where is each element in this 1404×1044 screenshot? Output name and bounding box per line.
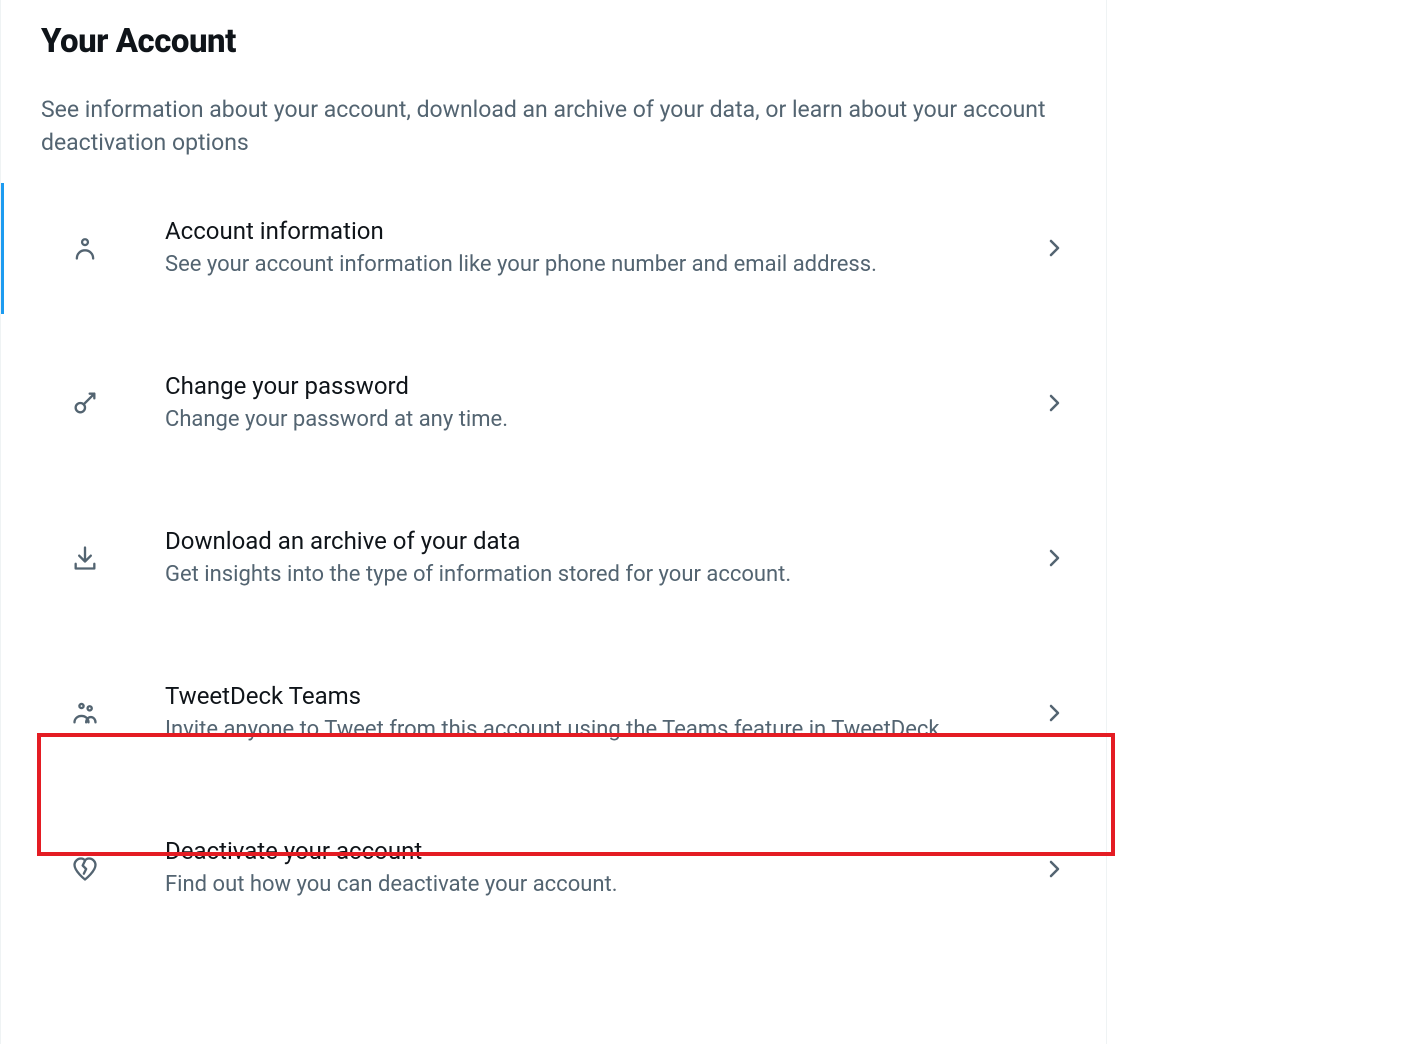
item-download-archive[interactable]: Download an archive of your data Get ins… <box>1 498 1106 619</box>
header: Your Account <box>1 0 1106 71</box>
item-text: Account information See your account inf… <box>121 216 1042 281</box>
settings-list: Account information See your account inf… <box>1 188 1106 929</box>
item-desc: See your account information like your p… <box>165 249 1042 281</box>
item-deactivate-account[interactable]: Deactivate your account Find out how you… <box>1 808 1106 929</box>
item-title: Download an archive of your data <box>165 526 1042 557</box>
item-text: Download an archive of your data Get ins… <box>121 526 1042 591</box>
item-desc: Invite anyone to Tweet from this account… <box>165 714 1042 746</box>
item-text: Change your password Change your passwor… <box>121 371 1042 436</box>
heart-broken-icon <box>71 855 121 883</box>
chevron-right-icon <box>1042 546 1066 570</box>
item-text: TweetDeck Teams Invite anyone to Tweet f… <box>121 681 1042 746</box>
teams-icon <box>71 699 121 727</box>
chevron-right-icon <box>1042 391 1066 415</box>
item-text: Deactivate your account Find out how you… <box>121 836 1042 901</box>
item-title: Account information <box>165 216 1042 247</box>
item-tweetdeck-teams[interactable]: TweetDeck Teams Invite anyone to Tweet f… <box>1 653 1106 774</box>
item-desc: Find out how you can deactivate your acc… <box>165 869 1042 901</box>
person-icon <box>71 234 121 262</box>
download-icon <box>71 544 121 572</box>
item-title: Change your password <box>165 371 1042 402</box>
item-title: Deactivate your account <box>165 836 1042 867</box>
item-change-password[interactable]: Change your password Change your passwor… <box>1 343 1106 464</box>
item-title: TweetDeck Teams <box>165 681 1042 712</box>
item-account-information[interactable]: Account information See your account inf… <box>1 188 1106 309</box>
chevron-right-icon <box>1042 857 1066 881</box>
settings-panel: Your Account See information about your … <box>0 0 1107 1044</box>
key-icon <box>71 389 121 417</box>
item-desc: Get insights into the type of informatio… <box>165 559 1042 591</box>
item-desc: Change your password at any time. <box>165 404 1042 436</box>
page-description: See information about your account, down… <box>1 71 1106 188</box>
chevron-right-icon <box>1042 236 1066 260</box>
page-title: Your Account <box>41 22 1066 61</box>
chevron-right-icon <box>1042 701 1066 725</box>
